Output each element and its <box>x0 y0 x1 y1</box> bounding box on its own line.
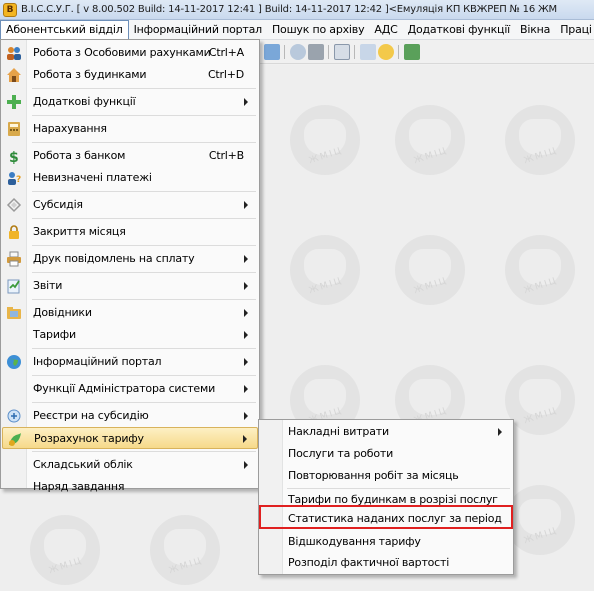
menu-separator <box>32 115 256 116</box>
toolbar-calc-icon[interactable] <box>308 44 324 60</box>
submenu-arrow-icon <box>244 358 248 366</box>
menu-item-close-month[interactable]: Закриття місяця <box>2 221 258 243</box>
menu-item-undefined-payments[interactable]: ? Невизначені платежі <box>2 167 258 189</box>
submenu-item-overhead[interactable]: Накладні витрати <box>260 421 512 443</box>
watermark-logo: ЖМІЦ <box>395 235 465 305</box>
tariff-calculation-submenu: Накладні витрати Послуги та роботи Повто… <box>258 419 514 575</box>
svg-text:?: ? <box>16 175 21 185</box>
dollar-icon: $ <box>6 148 22 166</box>
toolbar-separator <box>398 45 399 59</box>
watermark-logo: ЖМІЦ <box>30 515 100 585</box>
menu-separator <box>32 451 256 452</box>
menu-item-subsidy[interactable]: Субсидія <box>2 194 258 216</box>
menu-separator <box>32 299 256 300</box>
menu-item-reports[interactable]: Звіти <box>2 275 258 297</box>
lock-icon <box>6 224 22 240</box>
submenu-item-services-works[interactable]: Послуги та роботи <box>260 443 512 465</box>
people-icon <box>6 45 22 61</box>
menu-separator <box>32 272 256 273</box>
tariff-icon <box>7 431 23 447</box>
report-icon <box>6 278 22 294</box>
menu-item-extra-functions[interactable]: Додаткові функції <box>2 91 258 113</box>
plus-icon <box>6 94 22 110</box>
menu-archive-search[interactable]: Пошук по архіву <box>267 21 369 39</box>
app-icon: В <box>3 2 17 17</box>
menu-item-accruals[interactable]: Нарахування <box>2 118 258 140</box>
registry-icon <box>6 408 22 424</box>
menu-windows[interactable]: Вікна <box>515 21 555 39</box>
menu-abonent[interactable]: Абонентський відділ <box>0 20 129 39</box>
menu-separator <box>32 191 256 192</box>
submenu-arrow-icon <box>498 428 502 436</box>
toolbar-separator <box>354 45 355 59</box>
submenu-arrow-icon <box>243 435 247 443</box>
menu-item-work-order[interactable]: Наряд завдання <box>2 476 258 498</box>
highlight-callout <box>259 505 513 529</box>
menu-bar: Абонентський відділ Інформаційний портал… <box>0 20 594 40</box>
menu-item-tariff-calculation[interactable]: Розрахунок тарифу <box>2 427 258 449</box>
menu-item-houses[interactable]: Робота з будинками Ctrl+D <box>2 64 258 86</box>
menu-ads[interactable]: АДС <box>369 21 402 39</box>
menu-item-bank[interactable]: $ Робота з банком Ctrl+B <box>2 145 258 167</box>
submenu-arrow-icon <box>244 412 248 420</box>
menu-item-admin-functions[interactable]: Функції Адміністратора системи <box>2 378 258 400</box>
menu-work[interactable]: Праці <box>555 21 594 39</box>
menu-separator <box>32 88 256 89</box>
toolbar-separator <box>328 45 329 59</box>
submenu-arrow-icon <box>244 331 248 339</box>
menu-separator <box>32 245 256 246</box>
title-bar: В В.І.С.С.У.Г. [ v 8.00.502 Build: 14-11… <box>0 0 594 20</box>
menu-separator <box>32 142 256 143</box>
svg-text:$: $ <box>9 150 19 164</box>
submenu-arrow-icon <box>244 282 248 290</box>
watermark-logo: ЖМІЦ <box>505 485 575 555</box>
question-person-icon: ? <box>6 170 22 186</box>
house-icon <box>6 67 22 83</box>
globe-icon <box>6 354 22 370</box>
menu-item-tariffs[interactable]: Тарифи <box>2 324 258 346</box>
submenu-arrow-icon <box>244 98 248 106</box>
abonent-dropdown-menu: Робота з Особовими рахунками Ctrl+A Робо… <box>0 39 260 493</box>
print-icon <box>6 251 22 267</box>
toolbar-doc-icon[interactable] <box>334 44 350 60</box>
menu-info-portal[interactable]: Інформаційний портал <box>129 21 267 39</box>
menu-separator <box>32 348 256 349</box>
toolbar-save-icon[interactable] <box>264 44 280 60</box>
submenu-item-repeat-works[interactable]: Повторювання робіт за місяць <box>260 465 512 487</box>
watermark-logo: ЖМІЦ <box>505 365 575 435</box>
menu-item-print-notices[interactable]: Друк повідомлень на сплату <box>2 248 258 270</box>
submenu-item-actual-cost-distribution[interactable]: Розподіл фактичної вартості <box>260 552 512 574</box>
submenu-arrow-icon <box>244 255 248 263</box>
toolbar-exit-icon[interactable] <box>404 44 420 60</box>
submenu-item-tariff-compensation[interactable]: Відшкодування тарифу <box>260 531 512 553</box>
submenu-arrow-icon <box>244 201 248 209</box>
menu-item-personal-accounts[interactable]: Робота з Особовими рахунками Ctrl+A <box>2 42 258 64</box>
watermark-logo: ЖМІЦ <box>395 105 465 175</box>
menu-separator <box>32 402 256 403</box>
toolbar-find-icon[interactable] <box>290 44 306 60</box>
watermark-logo: ЖМІЦ <box>150 515 220 585</box>
menu-extra-functions[interactable]: Додаткові функції <box>403 21 515 39</box>
watermark-logo: ЖМІЦ <box>290 105 360 175</box>
menu-separator <box>32 375 256 376</box>
watermark-logo: ЖМІЦ <box>505 105 575 175</box>
watermark-logo: ЖМІЦ <box>505 235 575 305</box>
toolbar-separator <box>284 45 285 59</box>
diamond-icon <box>6 197 22 213</box>
directory-icon <box>6 305 22 321</box>
menu-item-info-portal[interactable]: Інформаційний портал <box>2 351 258 373</box>
menu-item-subsidy-registry[interactable]: Реєстри на субсидію <box>2 405 258 427</box>
menu-item-directories[interactable]: Довідники <box>2 302 258 324</box>
toolbar-window-icon[interactable] <box>360 44 376 60</box>
submenu-arrow-icon <box>244 385 248 393</box>
watermark-logo: ЖМІЦ <box>290 235 360 305</box>
submenu-arrow-icon <box>244 309 248 317</box>
submenu-arrow-icon <box>244 461 248 469</box>
menu-separator <box>32 218 256 219</box>
calculator-icon <box>6 121 22 137</box>
menu-item-warehouse[interactable]: Складський облік <box>2 454 258 476</box>
window-title: В.І.С.С.У.Г. [ v 8.00.502 Build: 14-11-2… <box>21 4 557 15</box>
toolbar-chat-icon[interactable] <box>378 44 394 60</box>
